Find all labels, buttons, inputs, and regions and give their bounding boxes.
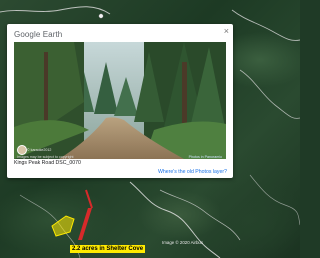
photo-caption: Kings Peak Road DSC_0070 (14, 160, 81, 166)
parcel-label[interactable]: 2.2 acres in Shelter Cove (70, 245, 146, 253)
pointer-tail (85, 189, 93, 209)
road (239, 69, 300, 119)
photo-source-link[interactable]: Photos in Panoramio (189, 155, 222, 159)
road (159, 189, 241, 241)
road (249, 174, 300, 226)
avatar (17, 145, 27, 155)
copyright-note: Images may be subject to copyright (17, 155, 74, 159)
road (0, 6, 111, 15)
placemark-icon (98, 13, 104, 19)
imagery-copyright: Image © 2020 Airbus (162, 240, 204, 245)
photo-info-popup: × Google Earth © karaoke2012 Images may … (7, 24, 233, 178)
old-photos-layer-link[interactable]: Where's the old Photos layer? (158, 169, 227, 175)
photo-credit[interactable]: © karaoke2012 (27, 148, 51, 152)
google-earth-logo: Google Earth (14, 30, 63, 39)
forest-road-photo[interactable]: © karaoke2012 Images may be subject to c… (14, 42, 226, 159)
close-icon[interactable]: × (224, 27, 229, 36)
pointer-arrow (78, 208, 92, 240)
road (231, 9, 300, 41)
photo-scene (14, 42, 226, 159)
